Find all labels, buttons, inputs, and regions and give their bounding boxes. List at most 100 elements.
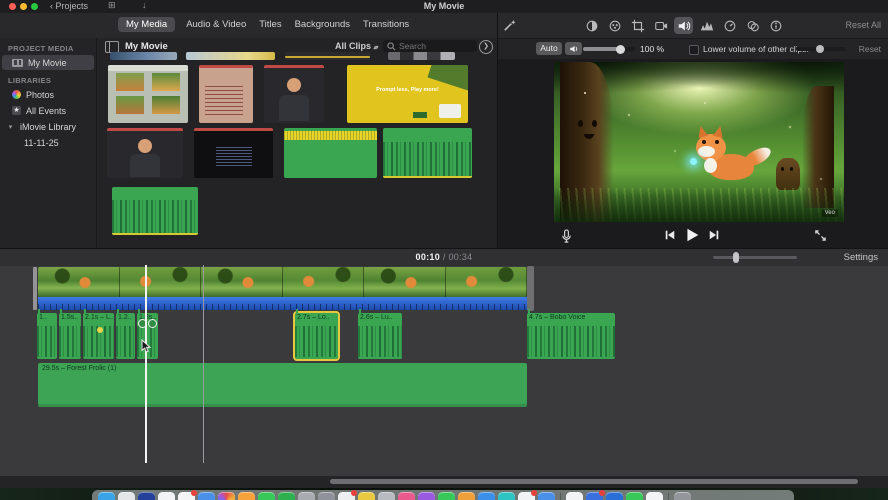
audio-clip[interactable]: 1.5s.. xyxy=(59,309,81,359)
zoom-window-button[interactable] xyxy=(31,3,38,10)
media-thumbnail-audio-clip[interactable] xyxy=(112,187,198,235)
media-thumbnail[interactable] xyxy=(186,52,275,60)
audio-clip[interactable]: 2.7s – Lo.. xyxy=(293,309,340,361)
speed-icon[interactable] xyxy=(720,17,739,34)
dock-icon-app[interactable] xyxy=(158,492,175,500)
sidebar-item-imovie-library[interactable]: ▾ iMovie Library xyxy=(2,119,94,134)
media-thumbnail-audio-clip[interactable] xyxy=(383,128,472,178)
previous-frame-button[interactable] xyxy=(664,229,676,241)
dock-icon-app[interactable] xyxy=(418,492,435,500)
tab-my-media[interactable]: My Media xyxy=(118,17,176,32)
tab-titles[interactable]: Titles xyxy=(257,17,283,32)
import-media-icon[interactable]: ⊞ xyxy=(108,0,116,11)
sidebar-item-all-events[interactable]: ★ All Events xyxy=(2,103,94,118)
media-thumbnail-promo[interactable]: Prompt less, Play more! xyxy=(347,65,468,123)
disclosure-chevron-icon[interactable]: ▾ xyxy=(6,123,15,131)
dock-icon-app[interactable] xyxy=(198,492,215,500)
dock-icon-app[interactable] xyxy=(518,490,537,500)
audio-clip[interactable]: 1.. xyxy=(37,309,57,359)
media-thumbnail-document[interactable] xyxy=(199,65,253,123)
crop-icon[interactable] xyxy=(628,17,647,34)
trim-handle-right[interactable] xyxy=(527,266,534,311)
reset-button[interactable]: Reset xyxy=(859,44,881,54)
info-icon[interactable] xyxy=(766,17,785,34)
music-clip[interactable]: 29.5s – Forest Frolic (1) xyxy=(38,363,527,407)
fade-handle[interactable] xyxy=(148,319,157,328)
sidebar-item-photos[interactable]: Photos xyxy=(2,87,94,102)
audio-clip[interactable]: 2.6s – Lu.. xyxy=(358,309,402,359)
minimize-window-button[interactable] xyxy=(20,3,27,10)
next-frame-button[interactable] xyxy=(708,229,720,241)
dock-icon-app[interactable] xyxy=(458,492,475,500)
video-frame[interactable] xyxy=(201,267,283,297)
media-thumbnail-terminal[interactable] xyxy=(194,128,273,178)
search-input[interactable] xyxy=(383,40,477,52)
dock-icon-app[interactable] xyxy=(398,492,415,500)
tab-audio-video[interactable]: Audio & Video xyxy=(184,17,248,32)
media-thumbnail-talking-head[interactable] xyxy=(264,65,324,123)
settings-button[interactable]: Settings xyxy=(844,252,878,263)
volume-keyframe[interactable] xyxy=(96,327,103,333)
close-window-button[interactable] xyxy=(9,3,16,10)
tab-transitions[interactable]: Transitions xyxy=(361,17,411,32)
video-frame[interactable] xyxy=(282,267,364,297)
audio-clip[interactable]: 4.7s – Bobo Voice xyxy=(527,309,615,359)
timeline-zoom-knob[interactable] xyxy=(733,252,739,263)
dock-icon-app[interactable] xyxy=(586,490,605,500)
audio-clip[interactable]: 1.2.. xyxy=(116,309,135,359)
auto-volume-button[interactable]: Auto xyxy=(536,42,562,55)
dock-icon-app[interactable] xyxy=(378,492,395,500)
mute-button[interactable] xyxy=(565,42,582,55)
skimmer-line[interactable] xyxy=(203,265,204,463)
projects-back-button[interactable]: ‹ Projects xyxy=(50,1,88,11)
dock-icon-app[interactable] xyxy=(606,492,623,500)
horizontal-scrollbar[interactable] xyxy=(330,479,858,484)
video-frame[interactable] xyxy=(364,267,446,297)
dock-icon-photos[interactable] xyxy=(218,492,235,500)
dock-icon-app[interactable] xyxy=(258,492,275,500)
media-thumbnail-talking-head[interactable] xyxy=(107,128,183,178)
dock-icon-app[interactable] xyxy=(298,492,315,500)
volume-slider[interactable] xyxy=(583,44,635,54)
dock-icon-trash[interactable] xyxy=(674,492,691,500)
dock-icon-app[interactable] xyxy=(646,492,663,500)
dock-icon-app[interactable] xyxy=(358,492,375,500)
video-frame[interactable] xyxy=(445,267,527,297)
dock-icon-app[interactable] xyxy=(438,492,455,500)
dock-icon-calendar[interactable] xyxy=(178,490,197,500)
video-frame[interactable] xyxy=(119,267,201,297)
dock-icon-finder[interactable] xyxy=(98,492,115,500)
dock-icon-app[interactable] xyxy=(626,492,643,500)
dock-icon-app[interactable] xyxy=(538,492,555,500)
dock-icon-app[interactable] xyxy=(118,492,135,500)
media-thumbnail[interactable] xyxy=(110,52,177,60)
dock-icon-app[interactable] xyxy=(478,492,495,500)
media-thumbnail[interactable] xyxy=(388,52,455,60)
volume-icon[interactable] xyxy=(674,17,693,34)
dock-icon-app[interactable] xyxy=(566,492,583,500)
dock-icon-app[interactable] xyxy=(318,492,335,500)
media-thumbnail[interactable] xyxy=(285,52,370,60)
dock-icon-app[interactable] xyxy=(338,490,357,500)
ducking-slider[interactable] xyxy=(796,45,846,53)
all-clips-dropdown[interactable]: All Clips ▴▾ xyxy=(335,41,379,51)
dock-icon-app[interactable] xyxy=(498,492,515,500)
sidebar-item-event-date[interactable]: 11-11-25 xyxy=(2,135,94,150)
microphone-icon[interactable] xyxy=(560,229,573,244)
clip-appearance-icon[interactable]: ❯ xyxy=(479,40,493,54)
audio-clip[interactable]: 2.1s – L.. xyxy=(83,309,114,359)
color-correction-icon[interactable] xyxy=(605,17,624,34)
media-thumbnail-audio-clip[interactable] xyxy=(284,128,377,178)
fullscreen-icon[interactable] xyxy=(814,229,827,242)
sidebar-item-my-movie[interactable]: My Movie xyxy=(2,55,94,70)
stabilization-icon[interactable] xyxy=(651,17,670,34)
dock-icon-app[interactable] xyxy=(278,492,295,500)
color-balance-icon[interactable] xyxy=(582,17,601,34)
tab-backgrounds[interactable]: Backgrounds xyxy=(293,17,352,32)
playhead[interactable] xyxy=(145,265,147,463)
video-audio-waveform[interactable] xyxy=(38,297,527,310)
media-thumbnail-screen-recording[interactable] xyxy=(108,65,188,123)
ducking-slider-knob[interactable] xyxy=(816,45,824,53)
dock-icon-app[interactable] xyxy=(238,492,255,500)
enhance-wand-icon[interactable] xyxy=(502,18,517,33)
